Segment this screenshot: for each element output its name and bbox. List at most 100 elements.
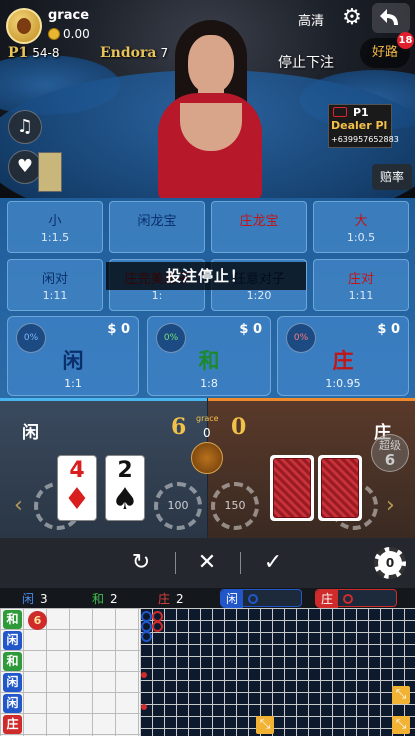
balance-value: 0.00 — [63, 27, 90, 41]
main-bet-cell[interactable]: 0% 0 闲 1:1 — [7, 316, 139, 396]
brand-logo — [333, 107, 347, 117]
ask-player-button[interactable]: 闲 — [220, 589, 302, 608]
action-bar: ↻ ✕ ✓ 0 — [0, 538, 415, 588]
stats-strip: 闲3 和2 庄2 闲 庄 — [0, 588, 415, 608]
bet-amount: 0 — [107, 322, 130, 337]
bet-name: 庄龙宝 — [239, 214, 279, 229]
table-tag-endora: Endora 7 — [100, 45, 169, 61]
ring-icon — [248, 594, 258, 604]
ring-icon — [343, 594, 353, 604]
bet-odds: 1:8 — [200, 377, 218, 390]
table-tag-p1: P1 54-8 — [8, 45, 60, 61]
quality-button[interactable]: 高清 — [298, 10, 324, 29]
bet-cell[interactable]: 大 1:0.5 — [313, 201, 409, 253]
player-count: 闲3 — [22, 592, 48, 606]
bead-road-item: 庄 — [3, 715, 22, 734]
ask-banker-button[interactable]: 庄 — [315, 589, 397, 608]
bet-cell[interactable]: 庄龙宝 — [211, 201, 307, 253]
casino-logo — [38, 152, 62, 192]
live-video: grace 0.00 P1 54-8 Endora 7 高清 ⚙ 停止下注 好路 1… — [0, 0, 415, 198]
chevron-left-icon[interactable]: ‹ — [14, 493, 23, 518]
bet-odds: 1:11 — [42, 289, 68, 302]
dealer — [150, 15, 270, 198]
cancel-icon[interactable]: ✕ — [194, 550, 220, 576]
bet-odds: 1:11 — [348, 289, 374, 302]
dealer-title: Dealer Pl — [331, 119, 388, 132]
bead-road-item: 闲 — [3, 631, 22, 650]
repeat-icon[interactable]: ↻ — [128, 550, 154, 576]
bet-cell[interactable]: 闲对 1:11 — [7, 259, 103, 311]
bead-road-item: 和 — [3, 610, 22, 629]
result-panel: 100 150 ‹ › 闲 庄 6 0 grace 0 4 ♦ 2 ♠ 超级 6 — [0, 398, 415, 538]
chip-100: 100 — [154, 482, 202, 530]
super6-button[interactable]: 超级 6 — [371, 434, 409, 472]
chevron-right-icon[interactable]: › — [386, 493, 395, 518]
bet-name: 庄对 — [347, 272, 374, 287]
player-score: 6 — [171, 414, 187, 440]
player-card: 2 ♠ — [105, 455, 145, 521]
dealer-plate: P1 Dealer Pl +639957652883 — [328, 104, 399, 148]
balance: 0.00 — [48, 27, 90, 41]
avatar[interactable] — [6, 8, 42, 44]
player-label: 闲 — [22, 423, 39, 443]
bet-name: 闲龙宝 — [137, 214, 177, 229]
player-card: 4 ♦ — [57, 455, 97, 521]
dealer-seat: P1 — [353, 106, 369, 119]
bet-odds: 1:1.5 — [40, 231, 70, 244]
expand-icon[interactable] — [256, 716, 274, 734]
expand-icon[interactable] — [392, 686, 410, 704]
bet-odds: 1:1 — [64, 377, 82, 390]
expand-icon[interactable] — [392, 716, 410, 734]
bet-status-text: 停止下注 — [278, 55, 334, 71]
center-value: 0 — [203, 426, 211, 440]
small-road-dot — [141, 672, 147, 678]
username: grace — [48, 8, 90, 23]
baccarat-app: grace 0.00 P1 54-8 Endora 7 高清 ⚙ 停止下注 好路 1… — [0, 0, 415, 736]
main-bet-cell[interactable]: 0% 0 和 1:8 — [147, 316, 271, 396]
big-road — [140, 608, 415, 736]
bet-percent: 0% — [16, 323, 46, 353]
super6-marker: 6 — [28, 611, 47, 630]
bet-amount: 0 — [239, 322, 262, 337]
center-username: grace — [196, 414, 219, 423]
big-road-player — [141, 631, 152, 642]
banker-score: 0 — [231, 414, 247, 440]
dragon-emblem-icon — [191, 442, 223, 474]
bet-name: 小 — [48, 214, 62, 229]
bead-road-item: 闲 — [3, 673, 22, 692]
banker-count: 庄2 — [158, 592, 184, 606]
tie-count: 和2 — [92, 592, 118, 606]
back-arrow-icon — [380, 9, 398, 25]
bet-odds: 1:0.5 — [346, 231, 376, 244]
big-road-banker — [152, 621, 163, 632]
chip-selector[interactable]: 0 — [374, 547, 406, 579]
music-icon[interactable]: ♫ — [8, 110, 42, 144]
back-button[interactable] — [372, 3, 410, 33]
bet-percent: 0% — [286, 323, 316, 353]
confirm-icon[interactable]: ✓ — [260, 550, 286, 576]
bet-name: 大 — [354, 214, 368, 229]
banker-card-facedown — [318, 455, 362, 521]
bet-name: 闲对 — [41, 272, 68, 287]
betting-stopped-banner: 投注停止！ — [106, 262, 306, 290]
user-info: grace 0.00 — [6, 8, 156, 48]
bead-road-item: 闲 — [3, 694, 22, 713]
main-bet-cell[interactable]: 0% 0 庄 1:0.95 — [277, 316, 409, 396]
bet-cell[interactable]: 庄对 1:11 — [313, 259, 409, 311]
bet-amount: 0 — [377, 322, 400, 337]
bet-odds: 1:20 — [246, 289, 272, 302]
bet-odds: 1: — [151, 289, 163, 302]
odds-button[interactable]: 赔率 — [372, 164, 412, 190]
bet-cell[interactable]: 小 1:1.5 — [7, 201, 103, 253]
banker-card-facedown — [270, 455, 314, 521]
favorite-icon[interactable]: ♥ — [8, 150, 42, 184]
bet-percent: 0% — [156, 323, 186, 353]
bet-odds: 1:0.95 — [325, 377, 361, 390]
dealer-phone: +639957652883 — [331, 135, 399, 144]
route-count-badge: 18 — [397, 32, 414, 49]
bet-cell[interactable]: 闲龙宝 — [109, 201, 205, 253]
gear-icon[interactable]: ⚙ — [340, 6, 364, 30]
chip-150: 150 — [211, 482, 259, 530]
small-road-dot — [141, 704, 147, 710]
coin-icon — [48, 28, 60, 40]
